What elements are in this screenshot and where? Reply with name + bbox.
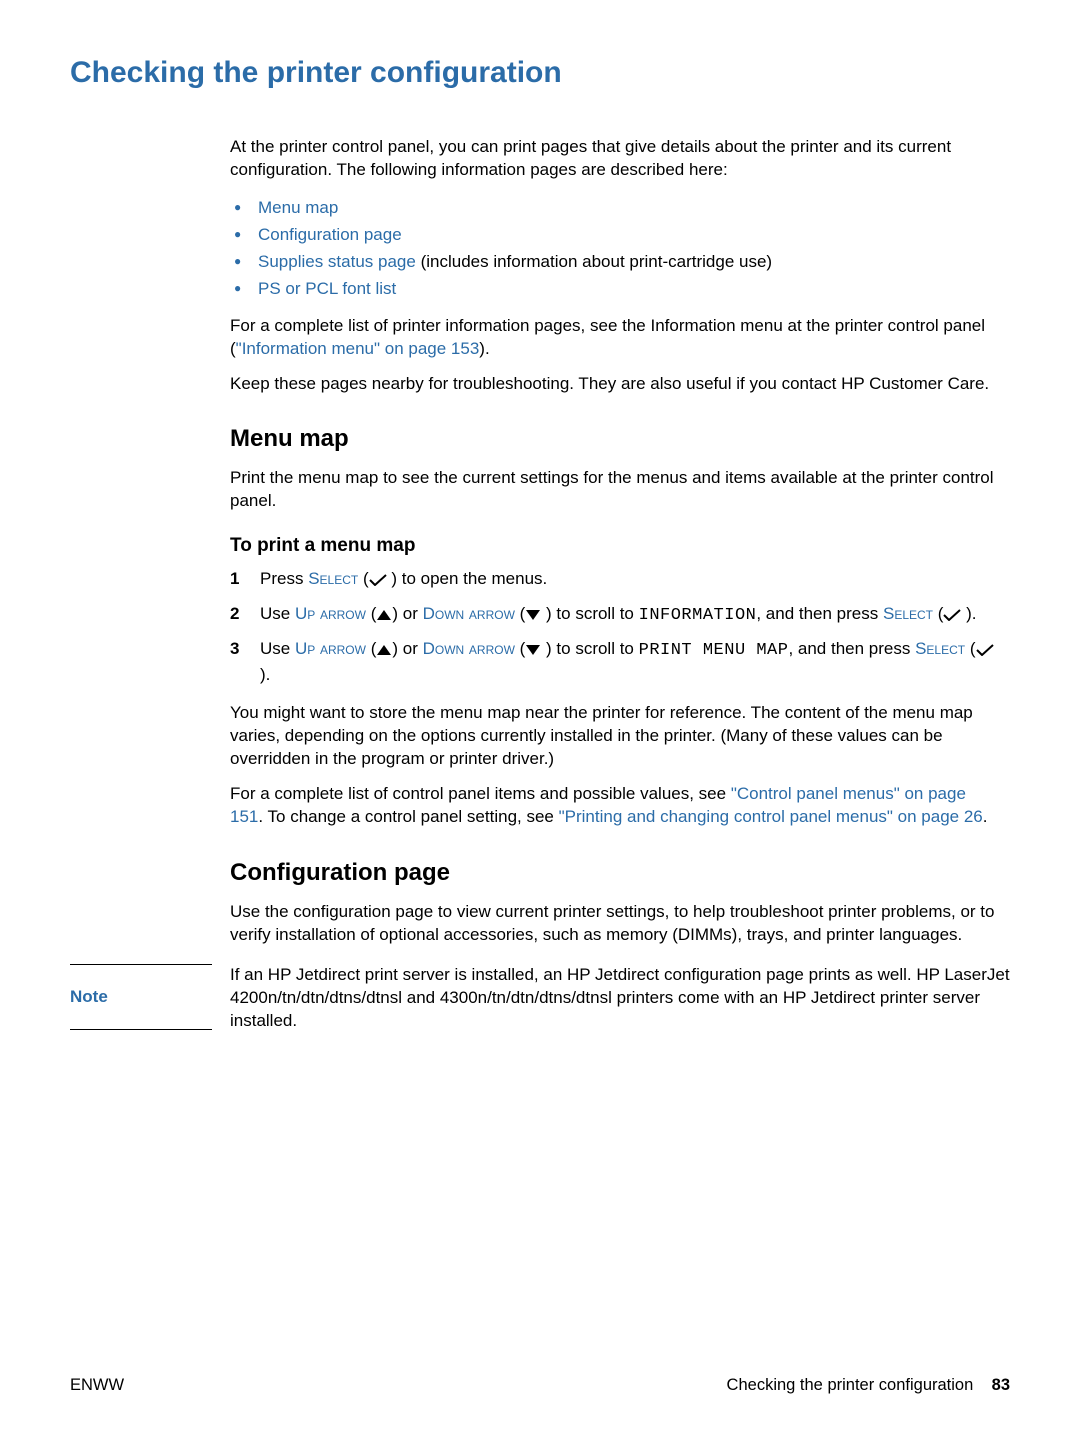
check-icon bbox=[976, 639, 994, 664]
config-page-link[interactable]: Configuration page bbox=[258, 225, 402, 244]
down-arrow-icon bbox=[525, 604, 541, 629]
text: ). bbox=[260, 665, 270, 684]
text: . bbox=[983, 807, 988, 826]
text: ( bbox=[515, 639, 525, 658]
text: ( bbox=[358, 569, 368, 588]
text: ( bbox=[366, 639, 376, 658]
down-arrow-key: Down arrow bbox=[423, 639, 515, 658]
text: ) to open the menus. bbox=[387, 569, 548, 588]
footer-section-title: Checking the printer configuration bbox=[727, 1376, 974, 1394]
text: ) bbox=[392, 604, 402, 623]
config-page-heading: Configuration page bbox=[230, 859, 1000, 887]
text: or bbox=[403, 639, 423, 658]
supplies-status-link[interactable]: Supplies status page bbox=[258, 252, 416, 271]
step-2: Use Up arrow () or Down arrow ( ) to scr… bbox=[230, 602, 1000, 629]
printing-changing-link[interactable]: "Printing and changing control panel men… bbox=[559, 807, 983, 826]
ps-pcl-link[interactable]: PS or PCL font list bbox=[258, 279, 396, 298]
note-block: Note If an HP Jetdirect print server is … bbox=[70, 964, 1010, 1033]
supplies-suffix: (includes information about print-cartri… bbox=[416, 252, 772, 271]
complete-list-para: For a complete list of printer informati… bbox=[230, 315, 1000, 361]
text: or bbox=[403, 604, 423, 623]
intro-para: At the printer control panel, you can pr… bbox=[230, 136, 1000, 182]
text: . To change a control panel setting, see bbox=[258, 807, 558, 826]
config-page-desc: Use the configuration page to view curre… bbox=[230, 901, 1000, 947]
information-menu-link[interactable]: "Information menu" on page 153 bbox=[236, 339, 480, 358]
menu-map-link[interactable]: Menu map bbox=[258, 198, 338, 217]
up-arrow-icon bbox=[376, 604, 392, 629]
footer-right: Checking the printer configuration 83 bbox=[727, 1376, 1010, 1395]
step-3: Use Up arrow () or Down arrow ( ) to scr… bbox=[230, 637, 1000, 688]
store-para: You might want to store the menu map nea… bbox=[230, 702, 1000, 771]
select-key: Select bbox=[915, 639, 965, 658]
check-icon bbox=[369, 569, 387, 594]
list-item: PS or PCL font list bbox=[230, 275, 1000, 302]
print-menu-map-mono: PRINT MENU MAP bbox=[639, 641, 789, 660]
text: ) bbox=[392, 639, 402, 658]
text: ( bbox=[515, 604, 525, 623]
ref-para: For a complete list of control panel ite… bbox=[230, 783, 1000, 829]
text: ( bbox=[965, 639, 975, 658]
menu-map-heading: Menu map bbox=[230, 425, 1000, 453]
text: Press bbox=[260, 569, 308, 588]
text: ) to scroll to bbox=[541, 604, 638, 623]
text: ( bbox=[933, 604, 943, 623]
up-arrow-icon bbox=[376, 639, 392, 664]
info-pages-list: Menu map Configuration page Supplies sta… bbox=[230, 194, 1000, 303]
select-key: Select bbox=[883, 604, 933, 623]
information-menu-mono: INFORMATION bbox=[639, 606, 757, 625]
keep-para: Keep these pages nearby for troubleshoot… bbox=[230, 373, 1000, 396]
page-title: Checking the printer configuration bbox=[70, 56, 1010, 90]
text: ). bbox=[961, 604, 976, 623]
to-print-heading: To print a menu map bbox=[230, 535, 1000, 557]
text: ). bbox=[479, 339, 489, 358]
text: ) to scroll to bbox=[541, 639, 638, 658]
note-label: Note bbox=[70, 964, 212, 1030]
up-arrow-key: Up arrow bbox=[295, 639, 366, 658]
check-icon bbox=[943, 604, 961, 629]
steps-list: Press Select ( ) to open the menus. Use … bbox=[230, 567, 1000, 688]
text: ( bbox=[366, 604, 376, 623]
down-arrow-icon bbox=[525, 639, 541, 664]
note-text: If an HP Jetdirect print server is insta… bbox=[230, 964, 1010, 1033]
down-arrow-key: Down arrow bbox=[423, 604, 515, 623]
text: Use bbox=[260, 639, 295, 658]
list-item: Supplies status page (includes informati… bbox=[230, 248, 1000, 275]
list-item: Menu map bbox=[230, 194, 1000, 221]
text: For a complete list of control panel ite… bbox=[230, 784, 731, 803]
menu-map-desc: Print the menu map to see the current se… bbox=[230, 467, 1000, 513]
select-key: Select bbox=[308, 569, 358, 588]
footer-left: ENWW bbox=[70, 1376, 124, 1395]
page-footer: ENWW Checking the printer configuration … bbox=[70, 1376, 1010, 1395]
page-number: 83 bbox=[992, 1376, 1010, 1394]
text: , and then press bbox=[788, 639, 915, 658]
text: , and then press bbox=[756, 604, 883, 623]
text: Use bbox=[260, 604, 295, 623]
up-arrow-key: Up arrow bbox=[295, 604, 366, 623]
step-1: Press Select ( ) to open the menus. bbox=[230, 567, 1000, 594]
list-item: Configuration page bbox=[230, 221, 1000, 248]
